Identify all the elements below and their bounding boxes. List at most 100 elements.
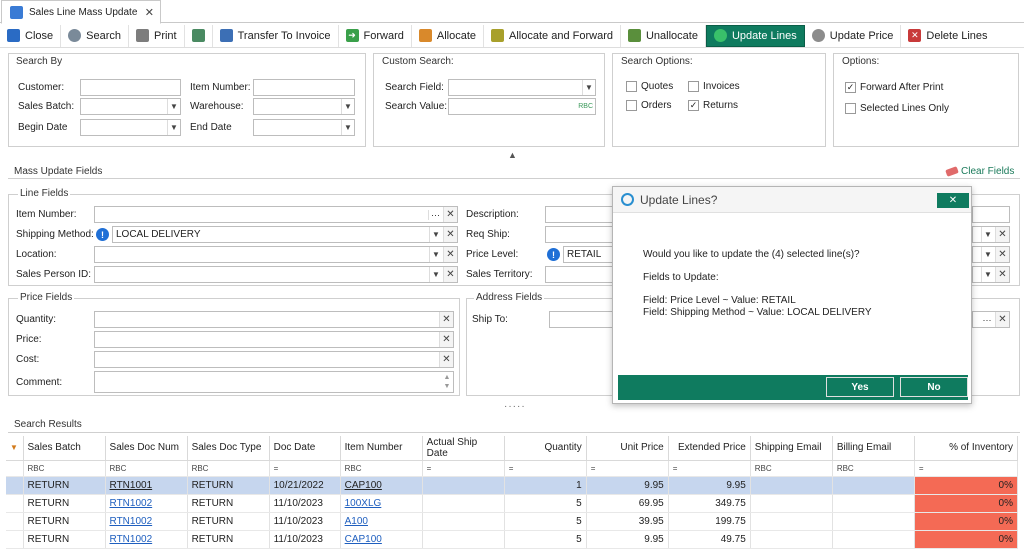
clear-icon[interactable]: ✕: [439, 312, 453, 327]
forward-button[interactable]: ➜ Forward: [339, 24, 412, 47]
table-row[interactable]: RETURN RTN1002 RETURN 11/10/2023 CAP100 …: [6, 530, 1019, 549]
warehouse-select[interactable]: ▼: [253, 98, 355, 115]
clear-fields-link[interactable]: Clear Fields: [945, 166, 1014, 177]
chevron-down-icon[interactable]: ▼: [981, 267, 994, 282]
row-indicator-header[interactable]: ▼: [6, 436, 24, 461]
sales-territory-select[interactable]: [545, 266, 613, 283]
dialog-close-button[interactable]: ✕: [937, 193, 969, 208]
clear-icon[interactable]: ✕: [995, 267, 1009, 282]
line-item-number-input[interactable]: ··· ✕: [94, 206, 458, 223]
yes-button[interactable]: Yes: [826, 377, 894, 397]
filter-cell[interactable]: RBC: [23, 460, 106, 477]
chevron-down-icon[interactable]: ▼: [167, 99, 180, 114]
filter-cell[interactable]: =: [269, 460, 341, 477]
chevron-down-icon[interactable]: ▼: [341, 99, 354, 114]
orders-checkbox[interactable]: Orders: [626, 100, 672, 111]
chevron-down-icon[interactable]: ▼: [429, 267, 442, 282]
cost-input[interactable]: ✕: [94, 351, 454, 368]
sales-person-select[interactable]: ▼ ✕: [94, 266, 458, 283]
begin-date-picker[interactable]: ▼: [80, 119, 181, 136]
grid-button[interactable]: [185, 24, 213, 47]
description-input-end[interactable]: [972, 206, 1010, 223]
chevron-down-icon[interactable]: ▼: [429, 247, 442, 262]
clear-icon[interactable]: ✕: [443, 207, 457, 222]
col-quantity[interactable]: Quantity: [504, 436, 587, 461]
selected-lines-only-checkbox[interactable]: Selected Lines Only: [845, 103, 949, 114]
chevron-down-icon[interactable]: ▼: [582, 80, 595, 95]
allocate-button[interactable]: Allocate: [412, 24, 485, 47]
description-input[interactable]: [545, 206, 613, 223]
filter-cell[interactable]: RBC: [105, 460, 188, 477]
filter-cell[interactable]: =: [668, 460, 751, 477]
clear-icon[interactable]: ✕: [995, 247, 1009, 262]
allocate-and-forward-button[interactable]: Allocate and Forward: [484, 24, 621, 47]
clear-icon[interactable]: ✕: [439, 332, 453, 347]
customer-input[interactable]: [80, 79, 181, 96]
clear-icon[interactable]: ✕: [995, 312, 1009, 327]
col-billing-email[interactable]: Billing Email: [832, 436, 915, 461]
col-unit-price[interactable]: Unit Price: [586, 436, 669, 461]
forward-after-print-checkbox[interactable]: ✓ Forward After Print: [845, 82, 943, 93]
req-ship-input[interactable]: [545, 226, 613, 243]
col-shipping-email[interactable]: Shipping Email: [750, 436, 833, 461]
col-extended-price[interactable]: Extended Price: [668, 436, 751, 461]
print-button[interactable]: Print: [129, 24, 185, 47]
chevron-down-icon[interactable]: ▼: [981, 227, 994, 242]
col-actual-ship-date[interactable]: Actual Ship Date: [422, 436, 505, 461]
tab-close-icon[interactable]: ✕: [145, 6, 154, 19]
col-sales-batch[interactable]: Sales Batch: [23, 436, 106, 461]
table-row[interactable]: RETURN RTN1002 RETURN 11/10/2023 100XLG …: [6, 494, 1019, 513]
req-ship-input-end[interactable]: ▼ ✕: [972, 226, 1010, 243]
quotes-checkbox[interactable]: Quotes: [626, 81, 673, 92]
chevron-down-icon[interactable]: ▼: [167, 120, 180, 135]
collapse-arrow-icon[interactable]: ▲: [508, 150, 517, 160]
item-number-input[interactable]: [253, 79, 355, 96]
col-sales-doc-type[interactable]: Sales Doc Type: [187, 436, 270, 461]
col-item-number[interactable]: Item Number: [340, 436, 423, 461]
table-row[interactable]: RETURN RTN1001 RETURN 10/21/2022 CAP100 …: [6, 476, 1019, 495]
ellipsis-icon[interactable]: ···: [980, 315, 994, 325]
no-button[interactable]: No: [900, 377, 968, 397]
unallocate-button[interactable]: Unallocate: [621, 24, 706, 47]
clear-icon[interactable]: ✕: [439, 352, 453, 367]
comment-textarea[interactable]: ▲ ▼: [94, 371, 454, 393]
filter-cell[interactable]: RBC: [750, 460, 833, 477]
clear-icon[interactable]: ✕: [443, 227, 457, 242]
shipping-method-select[interactable]: LOCAL DELIVERY ▼ ✕: [112, 226, 458, 243]
chevron-down-icon[interactable]: ▼: [981, 247, 994, 262]
update-lines-button[interactable]: Update Lines: [705, 24, 805, 47]
close-button[interactable]: Close: [0, 24, 62, 47]
price-input[interactable]: ✕: [94, 331, 454, 348]
filter-cell[interactable]: RBC: [187, 460, 270, 477]
returns-checkbox[interactable]: ✓ Returns: [688, 100, 738, 111]
search-value-input[interactable]: RBC: [448, 98, 596, 115]
filter-cell[interactable]: =: [914, 460, 1019, 477]
invoices-checkbox[interactable]: Invoices: [688, 81, 740, 92]
price-level-select[interactable]: RETAIL: [563, 246, 613, 263]
clear-icon[interactable]: ✕: [995, 227, 1009, 242]
col-doc-date[interactable]: Doc Date: [269, 436, 341, 461]
delete-lines-button[interactable]: ✕ Delete Lines: [901, 25, 994, 47]
filter-cell[interactable]: RBC: [832, 460, 915, 477]
clear-icon[interactable]: ✕: [443, 247, 457, 262]
splitter-handle[interactable]: ·····: [504, 401, 526, 412]
clear-icon[interactable]: ✕: [443, 267, 457, 282]
sales-territory-select-end[interactable]: ▼ ✕: [972, 266, 1010, 283]
filter-cell[interactable]: =: [586, 460, 669, 477]
ellipsis-icon[interactable]: ···: [428, 209, 442, 220]
search-button[interactable]: Search: [61, 24, 129, 47]
price-level-select-end[interactable]: ▼ ✕: [972, 246, 1010, 263]
col-pct-inventory[interactable]: % of Inventory: [914, 436, 1019, 461]
update-price-button[interactable]: Update Price: [805, 24, 902, 47]
ship-to-input-end[interactable]: ··· ✕: [972, 311, 1010, 328]
end-date-picker[interactable]: ▼: [253, 119, 355, 136]
col-sales-doc-num[interactable]: Sales Doc Num: [105, 436, 188, 461]
filter-cell[interactable]: =: [422, 460, 505, 477]
table-row[interactable]: RETURN RTN1002 RETURN 11/10/2023 A100 5 …: [6, 512, 1019, 531]
ship-to-input[interactable]: [549, 311, 613, 328]
chevron-down-icon[interactable]: ▼: [429, 227, 442, 242]
chevron-down-icon[interactable]: ▼: [341, 120, 354, 135]
transfer-to-invoice-button[interactable]: Transfer To Invoice: [213, 24, 339, 47]
tab-sales-line-mass-update[interactable]: Sales Line Mass Update ✕: [1, 0, 161, 24]
search-field-select[interactable]: ▼: [448, 79, 596, 96]
